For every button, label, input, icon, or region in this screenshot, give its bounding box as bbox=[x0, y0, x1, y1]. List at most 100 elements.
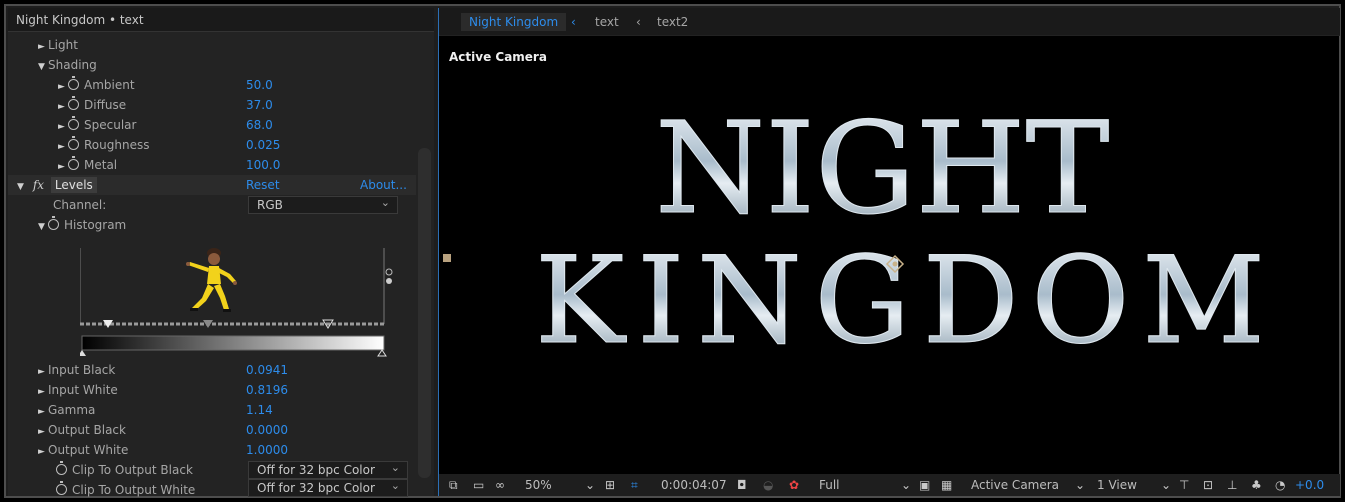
prop-value[interactable]: 68.0 bbox=[246, 115, 273, 135]
stopwatch-icon[interactable] bbox=[68, 96, 79, 110]
prop-input-black[interactable]: ► Input Black 0.0941 bbox=[38, 360, 398, 380]
prop-diffuse[interactable]: ► Diffuse 37.0 bbox=[58, 95, 418, 115]
prop-label: Input Black bbox=[48, 363, 116, 377]
about-link[interactable]: About... bbox=[360, 175, 407, 195]
expand-icon[interactable]: ► bbox=[38, 382, 48, 402]
show-snapshot-icon[interactable]: ◒ bbox=[763, 477, 773, 493]
histogram-group[interactable]: ▼ Histogram bbox=[38, 215, 126, 235]
collapse-icon[interactable]: ▼ bbox=[17, 177, 27, 197]
stopwatch-icon[interactable] bbox=[68, 76, 79, 90]
output-white-triangle bbox=[377, 349, 387, 357]
prop-value[interactable]: 0.0000 bbox=[246, 420, 288, 440]
prop-ambient[interactable]: ► Ambient 50.0 bbox=[58, 75, 418, 95]
title-line-night: NIGHT bbox=[655, 95, 1110, 242]
expand-icon[interactable]: ► bbox=[38, 402, 48, 422]
camera-snapshot-icon[interactable]: ◘ bbox=[737, 477, 747, 493]
composition-panel: Night Kingdom ‹ text ‹ text2 Active Came… bbox=[438, 8, 1340, 496]
clip-white-dropdown[interactable]: Off for 32 bpc Color ⌄ bbox=[248, 479, 408, 497]
collapse-icon[interactable]: ▼ bbox=[38, 217, 48, 237]
render-icon[interactable]: ⊡ bbox=[1203, 477, 1213, 493]
expand-icon[interactable]: ► bbox=[38, 362, 48, 382]
panel-scrollbar[interactable] bbox=[418, 148, 431, 478]
zoom-value[interactable]: 50% bbox=[525, 477, 552, 493]
expand-icon[interactable]: ► bbox=[58, 137, 68, 157]
channel-dropdown[interactable]: RGB ⌄ bbox=[248, 196, 398, 214]
expand-icon[interactable]: ► bbox=[38, 37, 48, 57]
composition-viewer[interactable]: Active Camera NIGHT KINGDOM bbox=[443, 42, 1336, 474]
timecode[interactable]: 0:00:04:07 bbox=[661, 477, 727, 493]
chevron-down-icon[interactable]: ⌄ bbox=[1075, 477, 1085, 493]
histogram[interactable] bbox=[78, 248, 396, 358]
prop-value[interactable]: 50.0 bbox=[246, 75, 273, 95]
region-of-interest-icon[interactable]: ⌗ bbox=[631, 477, 638, 493]
prop-metal[interactable]: ► Metal 100.0 bbox=[58, 155, 418, 175]
chevron-down-icon[interactable]: ⌄ bbox=[1161, 477, 1171, 493]
expand-icon[interactable]: ► bbox=[58, 117, 68, 137]
prop-output-black[interactable]: ► Output Black 0.0000 bbox=[38, 420, 398, 440]
monitor-icon[interactable]: ▭ bbox=[473, 477, 484, 493]
prop-label: Output White bbox=[48, 443, 129, 457]
fx-icon[interactable]: fx bbox=[33, 178, 44, 192]
collapse-icon[interactable]: ▼ bbox=[38, 57, 48, 77]
always-preview-icon[interactable]: ⧉ bbox=[449, 477, 458, 493]
breadcrumb-arrow-icon: ‹ bbox=[571, 15, 576, 29]
grid-guides-icon[interactable]: ⊞ bbox=[605, 477, 615, 493]
stopwatch-icon[interactable] bbox=[56, 461, 67, 475]
chevron-down-icon[interactable]: ⌄ bbox=[901, 477, 911, 493]
levels-label[interactable]: Levels bbox=[50, 177, 97, 193]
expand-icon[interactable]: ► bbox=[38, 422, 48, 442]
prop-value[interactable]: 0.025 bbox=[246, 135, 280, 155]
resolution-dropdown[interactable]: Full bbox=[819, 477, 840, 493]
prop-value[interactable]: 37.0 bbox=[246, 95, 273, 115]
histogram-graph bbox=[78, 248, 393, 357]
tab-text[interactable]: text bbox=[595, 13, 619, 31]
camera-dropdown[interactable]: Active Camera bbox=[971, 477, 1059, 493]
exposure-value[interactable]: +0.0 bbox=[1295, 477, 1324, 493]
mask-view-icon[interactable]: ∞ bbox=[495, 477, 505, 493]
stopwatch-icon[interactable] bbox=[48, 216, 59, 230]
prop-value[interactable]: 0.8196 bbox=[246, 380, 288, 400]
stopwatch-icon[interactable] bbox=[68, 156, 79, 170]
timeline-icon[interactable]: ⊥ bbox=[1227, 477, 1237, 493]
prop-gamma[interactable]: ► Gamma 1.14 bbox=[38, 400, 398, 420]
prop-output-white[interactable]: ► Output White 1.0000 bbox=[38, 440, 398, 460]
stopwatch-icon[interactable] bbox=[56, 481, 67, 495]
chevron-down-icon: ⌄ bbox=[390, 461, 400, 474]
expand-icon[interactable]: ► bbox=[38, 442, 48, 462]
prop-value[interactable]: 1.14 bbox=[246, 400, 273, 420]
color-channels-icon[interactable]: ✿ bbox=[789, 477, 799, 493]
prop-roughness[interactable]: ► Roughness 0.025 bbox=[58, 135, 418, 155]
stopwatch-icon[interactable] bbox=[68, 116, 79, 130]
stopwatch-icon[interactable] bbox=[68, 136, 79, 150]
tab-night-kingdom[interactable]: Night Kingdom bbox=[461, 13, 567, 31]
panel-title[interactable]: Night Kingdom • text bbox=[8, 8, 434, 32]
fast-previews-icon[interactable]: ▣ bbox=[919, 477, 930, 493]
levels-effect-header[interactable]: ▼ fx Levels Reset About... bbox=[8, 175, 416, 195]
prop-value[interactable]: 1.0000 bbox=[246, 440, 288, 460]
prop-specular[interactable]: ► Specular 68.0 bbox=[58, 115, 418, 135]
prop-value[interactable]: 0.0941 bbox=[246, 360, 288, 380]
transparency-grid-icon[interactable]: ▦ bbox=[941, 477, 952, 493]
light-group[interactable]: ► Light bbox=[38, 35, 78, 55]
reset-exposure-icon[interactable]: ◔ bbox=[1275, 477, 1285, 493]
expand-icon[interactable]: ► bbox=[58, 77, 68, 97]
chevron-down-icon[interactable]: ⌄ bbox=[585, 477, 595, 493]
prop-label: Ambient bbox=[84, 78, 135, 92]
clip-white-row: Clip To Output White bbox=[56, 480, 195, 500]
clip-black-dropdown[interactable]: Off for 32 bpc Color ⌄ bbox=[248, 461, 408, 479]
app-window: Night Kingdom • text ► Light ▼ Shading ► Am… bbox=[4, 4, 1341, 498]
expand-icon[interactable]: ► bbox=[58, 157, 68, 177]
shading-group[interactable]: ▼ Shading bbox=[38, 55, 97, 75]
output-black-triangle bbox=[78, 350, 86, 356]
prop-label: Output Black bbox=[48, 423, 126, 437]
flowchart-icon[interactable]: ♣ bbox=[1251, 477, 1262, 493]
reset-link[interactable]: Reset bbox=[246, 175, 280, 195]
prop-input-white[interactable]: ► Input White 0.8196 bbox=[38, 380, 398, 400]
prop-label: Specular bbox=[84, 118, 137, 132]
toggle-pixel-aspect-icon[interactable]: ⊤ bbox=[1179, 477, 1189, 493]
viewer-toolbar: ⧉ ▭ ∞ 50% ⌄ ⊞ ⌗ 0:00:04:07 ◘ ◒ ✿ Full ⌄ … bbox=[439, 474, 1340, 496]
views-dropdown[interactable]: 1 View bbox=[1097, 477, 1137, 493]
expand-icon[interactable]: ► bbox=[58, 97, 68, 117]
tab-text2[interactable]: text2 bbox=[657, 13, 688, 31]
prop-value[interactable]: 100.0 bbox=[246, 155, 280, 175]
